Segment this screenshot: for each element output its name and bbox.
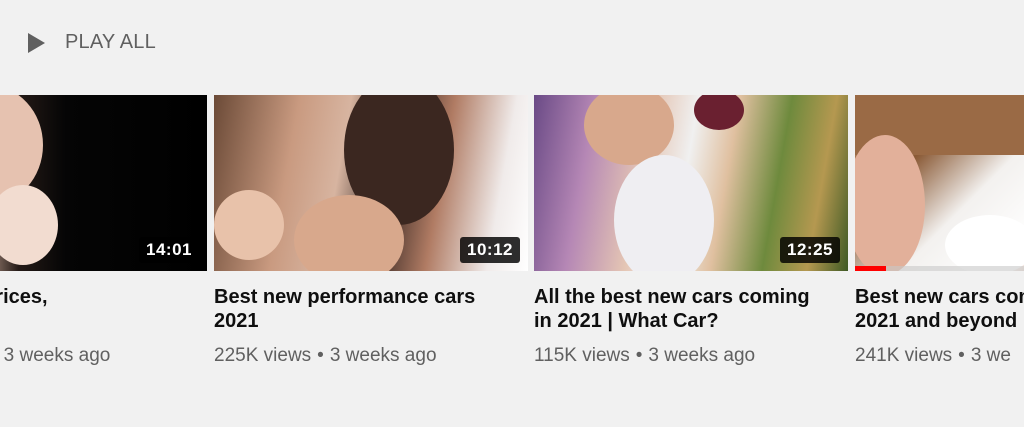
- video-views: 225K views: [214, 345, 312, 366]
- video-meta: 115K views • 3 weeks ago: [534, 345, 848, 367]
- thumbnail-figure: [694, 95, 744, 130]
- thumbnail-figure: [0, 185, 58, 265]
- meta-separator: •: [635, 345, 643, 366]
- video-shelf: 14:01 2022 Car Prices, d Pictures •3 wee…: [0, 95, 1024, 395]
- video-meta: •3 weeks ago: [0, 345, 207, 367]
- video-meta: 225K views • 3 weeks ago: [214, 345, 528, 367]
- video-views: 241K views: [855, 345, 953, 366]
- meta-separator: •: [958, 345, 965, 366]
- video-thumbnail[interactable]: [855, 95, 1024, 271]
- video-views: 115K views: [534, 345, 630, 366]
- video-thumbnail[interactable]: 14:01: [0, 95, 207, 271]
- thumbnail-figure: [855, 135, 925, 271]
- video-card[interactable]: 12:25 All the best new cars coming in 20…: [534, 95, 848, 367]
- meta-separator: •: [317, 345, 324, 366]
- video-title[interactable]: Best new performance cars 2021: [214, 285, 528, 333]
- video-thumbnail[interactable]: 12:25: [534, 95, 848, 271]
- playlist-shelf-page: PLAY ALL 14:01 2022 Car Prices, d Pictur…: [0, 0, 1024, 427]
- video-title[interactable]: Best new cars com 2021 and beyond: [855, 285, 1024, 333]
- thumbnail-figure: [614, 155, 714, 271]
- thumbnail-figure: [945, 215, 1024, 271]
- video-thumbnail[interactable]: 10:12: [214, 95, 528, 271]
- video-title[interactable]: 2022 Car Prices, d Pictures: [0, 285, 207, 333]
- video-duration: 10:12: [460, 237, 520, 263]
- video-age: 3 weeks ago: [3, 345, 111, 366]
- video-duration: 14:01: [139, 237, 199, 263]
- video-title[interactable]: All the best new cars coming in 2021 | W…: [534, 285, 848, 333]
- video-card[interactable]: Best new cars com 2021 and beyond 241K v…: [855, 95, 1024, 367]
- video-age: 3 we: [970, 345, 1011, 366]
- play-icon: [28, 32, 45, 53]
- thumbnail-figure: [214, 190, 284, 260]
- watch-progress-bar: [855, 266, 887, 271]
- video-card[interactable]: 14:01 2022 Car Prices, d Pictures •3 wee…: [0, 95, 207, 367]
- play-all-button[interactable]: PLAY ALL: [28, 31, 156, 54]
- video-meta: 241K views • 3 we: [855, 345, 1024, 367]
- video-age: 3 weeks ago: [329, 345, 437, 366]
- video-duration: 12:25: [780, 237, 840, 263]
- video-age: 3 weeks ago: [648, 345, 756, 366]
- play-all-label: PLAY ALL: [65, 31, 156, 53]
- video-card[interactable]: 10:12 Best new performance cars 2021 225…: [214, 95, 528, 367]
